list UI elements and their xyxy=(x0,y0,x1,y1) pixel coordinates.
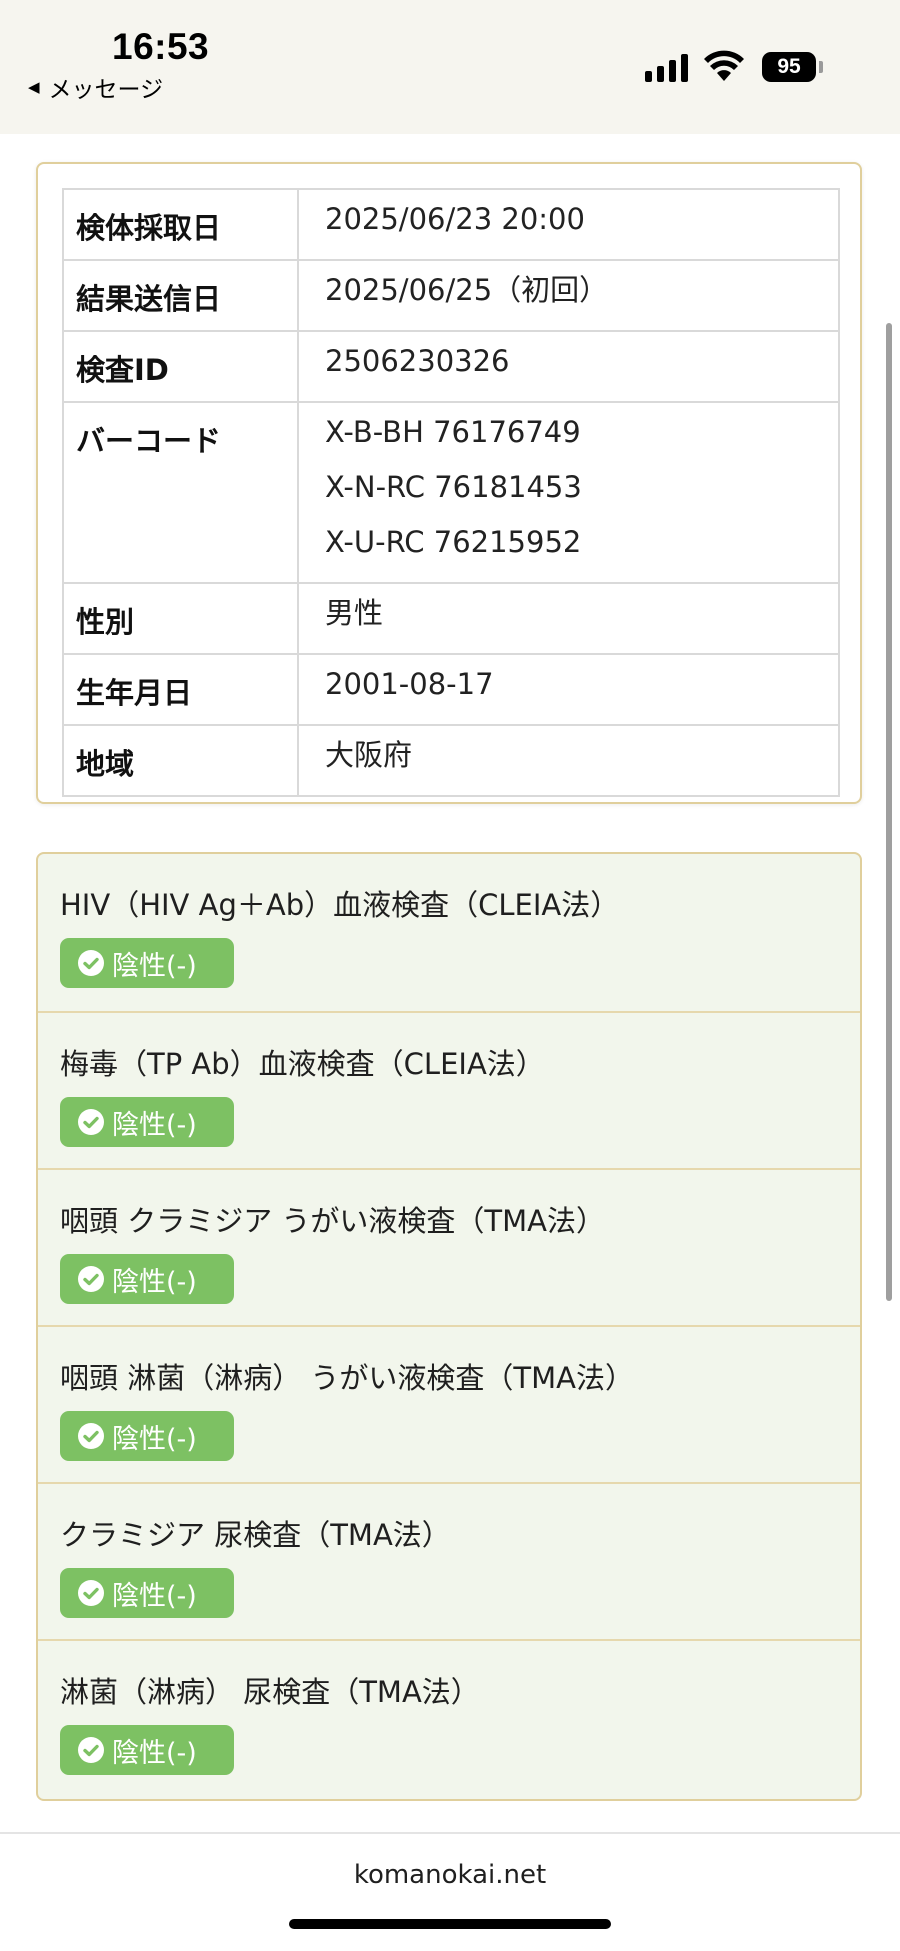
info-value: 大阪府 xyxy=(297,724,840,797)
badge-label: 陰性(-) xyxy=(112,950,197,982)
negative-badge: 陰性(-) xyxy=(60,1254,234,1304)
url-bar-domain[interactable]: komanokai.net xyxy=(0,1860,900,1890)
back-to-messages-link[interactable]: ◀ メッセージ xyxy=(28,70,163,104)
check-circle-icon xyxy=(78,1423,104,1449)
info-row-collection-date: 検体採取日 2025/06/23 20:00 xyxy=(62,188,840,261)
result-item-hiv: HIV（HIV Ag＋Ab）血液検査（CLEIA法） 陰性(-) xyxy=(38,854,860,1011)
sex-value: 男性 xyxy=(325,596,384,630)
result-sent-date-value: 2025/06/25（初回） xyxy=(325,273,609,307)
badge-label: 陰性(-) xyxy=(112,1423,197,1455)
check-circle-icon xyxy=(78,950,104,976)
result-title: クラミジア 尿検査（TMA法） xyxy=(60,1518,451,1552)
info-label: 性別 xyxy=(62,582,299,655)
footer-divider xyxy=(0,1832,900,1834)
check-circle-icon xyxy=(78,1580,104,1606)
battery-icon: 95 xyxy=(762,52,816,82)
result-item-syphilis: 梅毒（TP Ab）血液検査（CLEIA法） 陰性(-) xyxy=(38,1011,860,1168)
specimen-info-table: 検体採取日 2025/06/23 20:00 結果送信日 2025/06/25（… xyxy=(62,188,840,797)
check-circle-icon xyxy=(78,1109,104,1135)
barcode-value: X-N-RC 76181453 xyxy=(325,470,582,504)
info-value: 2025/06/23 20:00 xyxy=(297,188,840,261)
negative-badge: 陰性(-) xyxy=(60,938,234,988)
badge-label: 陰性(-) xyxy=(112,1109,197,1141)
back-triangle-icon: ◀ xyxy=(28,78,40,96)
barcode-value: X-U-RC 76215952 xyxy=(325,525,582,559)
region-value: 大阪府 xyxy=(325,738,413,772)
result-item-urine-chlamydia: クラミジア 尿検査（TMA法） 陰性(-) xyxy=(38,1482,860,1639)
wifi-icon xyxy=(704,50,744,81)
info-value: X-B-BH 76176749 X-N-RC 76181453 X-U-RC 7… xyxy=(297,401,840,584)
info-value: 2506230326 xyxy=(297,330,840,403)
info-row-birth-date: 生年月日 2001-08-17 xyxy=(62,653,840,726)
badge-label: 陰性(-) xyxy=(112,1737,197,1769)
result-title: 咽頭 クラミジア うがい液検査（TMA法） xyxy=(60,1204,606,1238)
info-label: バーコード xyxy=(62,401,299,584)
scroll-indicator[interactable] xyxy=(886,323,892,1301)
info-label: 結果送信日 xyxy=(62,259,299,332)
info-value: 2025/06/25（初回） xyxy=(297,259,840,332)
check-circle-icon xyxy=(78,1266,104,1292)
info-row-region: 地域 大阪府 xyxy=(62,724,840,797)
negative-badge: 陰性(-) xyxy=(60,1725,234,1775)
info-label: 地域 xyxy=(62,724,299,797)
back-label: メッセージ xyxy=(48,77,164,103)
status-time: 16:53 xyxy=(112,26,210,67)
info-label: 検査ID xyxy=(62,330,299,403)
result-item-pharyngeal-gonorrhea: 咽頭 淋菌（淋病） うがい液検査（TMA法） 陰性(-) xyxy=(38,1325,860,1482)
test-id-value: 2506230326 xyxy=(325,344,510,378)
info-value: 2001-08-17 xyxy=(297,653,840,726)
status-bar: 16:53 ◀ メッセージ 95 xyxy=(0,0,900,134)
info-row-result-sent-date: 結果送信日 2025/06/25（初回） xyxy=(62,259,840,332)
badge-label: 陰性(-) xyxy=(112,1266,197,1298)
info-label: 生年月日 xyxy=(62,653,299,726)
result-title: HIV（HIV Ag＋Ab）血液検査（CLEIA法） xyxy=(60,888,620,922)
info-row-sex: 性別 男性 xyxy=(62,582,840,655)
barcode-value: X-B-BH 76176749 xyxy=(325,415,581,449)
info-label: 検体採取日 xyxy=(62,188,299,261)
battery-cap xyxy=(819,61,823,73)
negative-badge: 陰性(-) xyxy=(60,1568,234,1618)
info-row-test-id: 検査ID 2506230326 xyxy=(62,330,840,403)
negative-badge: 陰性(-) xyxy=(60,1411,234,1461)
birth-date-value: 2001-08-17 xyxy=(325,667,494,701)
test-results-card: HIV（HIV Ag＋Ab）血液検査（CLEIA法） 陰性(-) 梅毒（TP A… xyxy=(36,852,862,1801)
negative-badge: 陰性(-) xyxy=(60,1097,234,1147)
result-title: 梅毒（TP Ab）血液検査（CLEIA法） xyxy=(60,1047,545,1081)
check-circle-icon xyxy=(78,1737,104,1763)
cellular-signal-icon xyxy=(645,52,688,82)
result-item-urine-gonorrhea: 淋菌（淋病） 尿検査（TMA法） 陰性(-) xyxy=(38,1639,860,1796)
collection-date-value: 2025/06/23 20:00 xyxy=(325,202,585,236)
result-item-pharyngeal-chlamydia: 咽頭 クラミジア うがい液検査（TMA法） 陰性(-) xyxy=(38,1168,860,1325)
result-title: 淋菌（淋病） 尿検査（TMA法） xyxy=(60,1675,480,1709)
info-value: 男性 xyxy=(297,582,840,655)
badge-label: 陰性(-) xyxy=(112,1580,197,1612)
home-indicator[interactable] xyxy=(289,1919,611,1929)
info-row-barcode: バーコード X-B-BH 76176749 X-N-RC 76181453 X-… xyxy=(62,401,840,584)
result-title: 咽頭 淋菌（淋病） うがい液検査（TMA法） xyxy=(60,1361,635,1395)
specimen-info-card: 検体採取日 2025/06/23 20:00 結果送信日 2025/06/25（… xyxy=(36,162,862,804)
